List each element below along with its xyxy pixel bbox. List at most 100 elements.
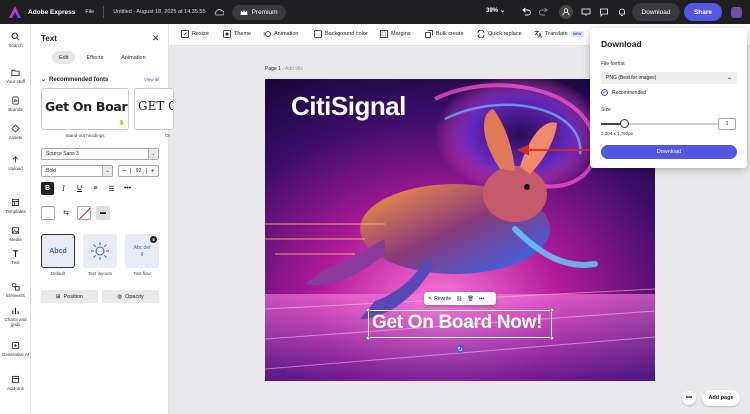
view-all-link[interactable]: View all: [144, 77, 159, 82]
align-icon[interactable]: ≡: [89, 182, 102, 195]
decrease-size-button[interactable]: −: [119, 168, 130, 175]
tab-animation[interactable]: Animation: [114, 51, 152, 64]
tool-translate[interactable]: Translate NEW: [534, 30, 584, 38]
recommended-fonts-heading[interactable]: ⌄ Recommended fonts: [41, 76, 108, 84]
premium-button[interactable]: Premium: [231, 4, 286, 20]
text-panel: Text ✕ Edit Effects Animation ⌄ Recommen…: [31, 24, 174, 414]
rail-item-your-stuff[interactable]: Your stuff: [0, 68, 31, 84]
resize-handle[interactable]: [550, 336, 554, 340]
tool-bulk-create[interactable]: Bulk create: [425, 30, 464, 38]
margins-icon: [380, 30, 388, 38]
charts-icon: [12, 307, 19, 315]
more-options-button[interactable]: •••: [682, 391, 696, 405]
tab-edit[interactable]: Edit: [52, 51, 76, 64]
zoom-dropdown[interactable]: 39% ⌄: [486, 7, 506, 15]
rail-label: Add-ons: [7, 386, 24, 391]
present-icon[interactable]: [579, 5, 593, 19]
add-ons-icon: [11, 375, 20, 384]
bold-button[interactable]: B: [41, 182, 54, 195]
more-options-icon[interactable]: •••: [479, 296, 484, 302]
bulk-create-icon: [425, 30, 433, 38]
rail-item-charts[interactable]: Charts and grids: [0, 306, 31, 327]
avatar[interactable]: [731, 7, 742, 18]
swap-colors-icon[interactable]: ⇆: [60, 207, 72, 219]
popover-download-button[interactable]: Download: [601, 145, 737, 159]
share-button[interactable]: Share: [684, 3, 722, 21]
rail-item-generative-ai[interactable]: Generative AI: [0, 341, 31, 357]
comment-icon[interactable]: [597, 5, 611, 19]
rail-item-elements[interactable]: Elements: [0, 282, 31, 298]
check-circle-icon: ✓: [601, 89, 608, 96]
assets-icon: [11, 124, 20, 133]
delete-icon[interactable]: 🗑: [468, 296, 474, 302]
notifications-icon[interactable]: [615, 5, 629, 19]
rewrite-button[interactable]: ✎ Rewrite: [428, 296, 451, 302]
size-slider-thumb[interactable]: [620, 119, 630, 128]
font-weight-dropdown[interactable]: Bold ⌄: [41, 165, 113, 177]
tool-background-color[interactable]: Background color: [314, 30, 368, 38]
link-icon[interactable]: ⛓: [456, 296, 462, 302]
collaborator-icon[interactable]: [559, 5, 573, 19]
tool-quick-replace[interactable]: Quick replace: [477, 30, 522, 38]
preset-default[interactable]: Abcd: [41, 234, 75, 268]
position-button[interactable]: ⊞ Position: [41, 290, 98, 303]
adobe-express-logo-icon[interactable]: [8, 5, 22, 19]
templates-icon: [11, 198, 20, 207]
rail-label: Upload: [8, 166, 23, 171]
redo-icon[interactable]: [537, 5, 551, 19]
tool-margins[interactable]: Margins: [380, 30, 411, 38]
list-icon[interactable]: ☰: [105, 182, 118, 195]
size-value-input[interactable]: 1: [718, 118, 736, 130]
page-label[interactable]: Page 1 - Add title: [265, 66, 303, 72]
context-toolbar: ✎ Rewrite ⛓ 🗑 •••: [424, 292, 496, 305]
font-card-other[interactable]: GET O: [134, 88, 174, 130]
resize-handle[interactable]: [366, 336, 370, 340]
rail-item-templates[interactable]: Templates: [0, 198, 31, 214]
add-page-button[interactable]: Add page: [702, 390, 740, 406]
preset-text-layouts[interactable]: [83, 234, 117, 268]
underline-button[interactable]: U: [73, 182, 86, 195]
rail-item-upload[interactable]: Upload: [0, 155, 31, 171]
tool-theme[interactable]: Theme: [223, 30, 251, 38]
resize-handle[interactable]: [366, 308, 370, 312]
download-button[interactable]: Download: [632, 3, 680, 21]
size-slider[interactable]: [601, 119, 719, 128]
opacity-button[interactable]: ◍ Opacity: [102, 290, 159, 303]
tool-animation[interactable]: Animation: [263, 30, 298, 38]
rail-label: Templates: [5, 209, 26, 214]
no-fill-swatch[interactable]: [77, 206, 91, 220]
rail-item-brands[interactable]: B Brands: [0, 96, 31, 112]
file-menu[interactable]: File: [85, 9, 94, 15]
rail-item-assets[interactable]: Assets: [0, 124, 31, 140]
chevron-down-icon: ⌄: [500, 8, 506, 14]
preset-text-flow[interactable]: Abc def g ♛: [125, 234, 159, 268]
italic-button[interactable]: I: [57, 182, 70, 195]
rail-item-add-ons[interactable]: Add-ons: [0, 375, 31, 391]
close-icon[interactable]: ✕: [152, 33, 160, 44]
preset-label: Text flow: [133, 271, 151, 276]
page-title-placeholder[interactable]: - Add title: [282, 66, 303, 72]
preset-label: Default: [50, 271, 66, 276]
font-card-standout[interactable]: Get On Board ✋: [41, 88, 129, 130]
tab-effects[interactable]: Effects: [79, 51, 110, 64]
rail-item-media[interactable]: Media: [0, 226, 31, 242]
increase-size-button[interactable]: +: [147, 168, 158, 175]
rail-item-search[interactable]: Search: [0, 32, 31, 48]
file-format-dropdown[interactable]: PNG (Best for images) ⌄: [601, 72, 737, 84]
rail-label: Media: [9, 237, 22, 242]
font-size-value[interactable]: 92: [130, 168, 147, 174]
rotate-handle-icon[interactable]: ↻: [456, 345, 464, 353]
chevron-down-icon: ⌄: [148, 149, 158, 159]
document-title[interactable]: Untitled - August 18, 2025 at 14.35.55: [113, 9, 205, 15]
more-options-icon[interactable]: •••: [121, 182, 134, 195]
brand-text[interactable]: CitiSignal: [291, 91, 406, 122]
rail-item-text[interactable]: Text: [0, 249, 31, 265]
resize-handle[interactable]: [550, 308, 554, 312]
text-color-swatch[interactable]: [41, 206, 55, 220]
font-size-stepper[interactable]: − 92 +: [118, 165, 159, 177]
undo-icon[interactable]: [519, 5, 533, 19]
tool-resize[interactable]: Resize: [181, 30, 209, 38]
page-number: Page 1: [265, 66, 281, 72]
highlight-icon[interactable]: ▬: [96, 206, 110, 220]
font-family-dropdown[interactable]: Source Sans 3 ⌄: [41, 148, 159, 160]
